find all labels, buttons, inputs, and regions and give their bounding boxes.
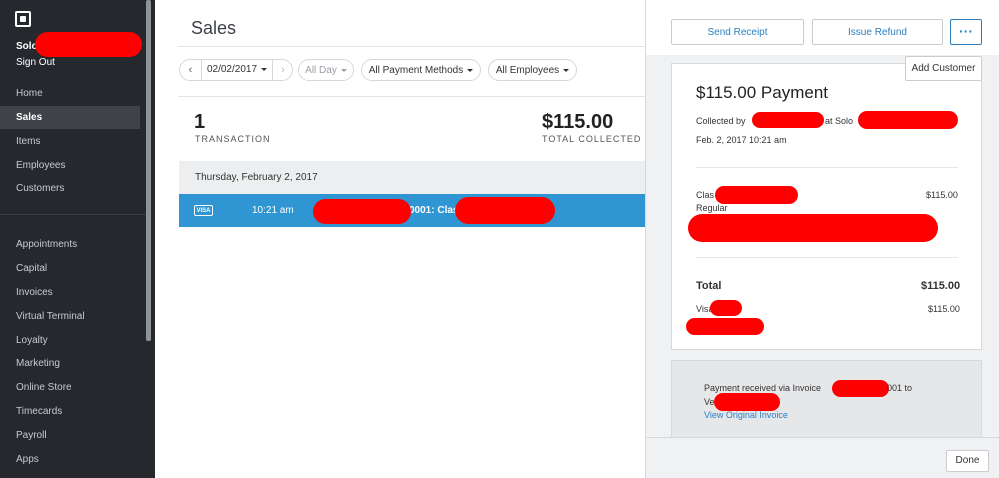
sidebar-item-capital[interactable]: Capital [0, 257, 140, 280]
redacted-card-digits [710, 300, 742, 316]
chevron-down-icon [340, 68, 347, 72]
invoice-note: Payment received via Invoice 001 to Ve V… [671, 360, 982, 438]
sidebar-item-items[interactable]: Items [0, 130, 140, 153]
send-receipt-button[interactable]: Send Receipt [671, 19, 804, 45]
redacted-invoice-prefix [313, 199, 411, 224]
sidebar-item-virtual-terminal[interactable]: Virtual Terminal [0, 305, 140, 328]
date-picker: ‹ 02/02/2017 › [179, 59, 293, 81]
sidebar-item-marketing[interactable]: Marketing [0, 352, 140, 375]
date-prev-button[interactable]: ‹ [180, 60, 202, 80]
total-label: Total [696, 280, 722, 292]
payment-receipt-card: $115.00 Payment Collected by at Solo Feb… [671, 63, 982, 350]
sidebar-item-home[interactable]: Home [0, 82, 140, 105]
view-original-invoice-label: View Original Invoice [704, 410, 788, 420]
date-dropdown[interactable]: 02/02/2017 [202, 60, 272, 80]
tender-value: $115.00 [928, 304, 960, 314]
square-logo-icon[interactable] [15, 11, 31, 27]
redacted-line-item [715, 186, 798, 204]
sidebar-item-invoices[interactable]: Invoices [0, 281, 140, 304]
redacted-cardholder [686, 318, 764, 335]
add-customer-menu-item[interactable]: Add Customer [905, 56, 982, 81]
filter-divider [178, 96, 646, 97]
date-next-button[interactable]: › [272, 60, 293, 80]
line-item-price: $115.00 [926, 190, 958, 200]
panel-footer: Done [646, 437, 999, 478]
sign-out-link[interactable]: Sign Out [16, 57, 55, 68]
more-options-icon[interactable]: ··· [950, 19, 982, 45]
transaction-count: 1 [194, 111, 206, 133]
transaction-time: 10:21 am [252, 205, 294, 216]
sidebar-item-customers[interactable]: Customers [0, 177, 140, 200]
sidebar-scrollbar[interactable] [146, 0, 151, 341]
total-collected-label: TOTAL COLLECTED [542, 134, 642, 144]
redacted-customer [714, 393, 780, 411]
title-divider [178, 46, 646, 47]
collected-by-label: Collected by [696, 116, 746, 126]
issue-refund-button[interactable]: Issue Refund [812, 19, 943, 45]
receipt-divider [696, 257, 958, 258]
sidebar-item-loyalty[interactable]: Loyalty [0, 329, 140, 352]
done-button[interactable]: Done [946, 450, 989, 472]
invoice-note-prefix: Payment received via Invoice [704, 383, 822, 393]
sidebar-item-appointments[interactable]: Appointments [0, 233, 140, 256]
date-value: 02/02/2017 [206, 64, 258, 75]
redacted-line-item-note [688, 214, 938, 242]
payment-datetime: Feb. 2, 2017 10:21 am [696, 135, 787, 145]
day-header-label: Thursday, February 2, 2017 [195, 172, 318, 183]
chevron-down-icon [467, 68, 474, 72]
page-title: Sales [191, 18, 237, 38]
transaction-row[interactable]: VISA 10:21 am 0001: Clas [179, 194, 646, 227]
collected-at-label: at Solo [825, 116, 854, 126]
total-collected-value: $115.00 [542, 111, 614, 133]
chevron-down-icon [563, 68, 570, 72]
view-original-invoice-link[interactable]: View Original Invoice [704, 410, 788, 420]
payment-title: $115.00 Payment [696, 83, 828, 102]
payment-detail-panel: Send Receipt Issue Refund ··· $115.00 Pa… [645, 0, 999, 478]
payment-methods-filter[interactable]: All Payment Methods [361, 59, 481, 81]
redacted-item-name [455, 197, 555, 224]
chevron-down-icon [261, 67, 268, 71]
employees-filter-label: All Employees [495, 65, 560, 76]
transaction-count-label: TRANSACTION [195, 134, 271, 144]
receipt-divider [696, 167, 958, 168]
sidebar-item-apps[interactable]: Apps [0, 448, 140, 471]
redacted-invoice-number [832, 380, 889, 397]
employees-filter[interactable]: All Employees [488, 59, 577, 81]
invoice-note-suffix: 001 to [887, 383, 913, 393]
visa-card-icon: VISA [194, 205, 213, 216]
sidebar: Solo Sign Out Home Sales Items Employees… [0, 0, 155, 478]
redacted-owner-name [35, 32, 142, 57]
sidebar-item-sales[interactable]: Sales [0, 106, 140, 129]
sidebar-item-online-store[interactable]: Online Store [0, 376, 140, 399]
time-filter-label: All Day [305, 65, 337, 76]
redacted-location [858, 111, 958, 129]
sidebar-item-timecards[interactable]: Timecards [0, 400, 140, 423]
day-header: Thursday, February 2, 2017 [179, 161, 646, 194]
invoice-note-customer: Ve [704, 397, 715, 407]
transaction-description: 0001: Clas [409, 205, 459, 216]
sidebar-item-employees[interactable]: Employees [0, 154, 140, 177]
line-item-name: Clas [696, 190, 715, 200]
sidebar-divider [0, 214, 146, 215]
redacted-employee [752, 112, 824, 128]
payment-methods-label: All Payment Methods [368, 65, 464, 76]
line-item-variation: Regular [696, 203, 728, 213]
total-value: $115.00 [921, 280, 961, 292]
sidebar-item-payroll[interactable]: Payroll [0, 424, 140, 447]
time-filter[interactable]: All Day [298, 59, 354, 81]
